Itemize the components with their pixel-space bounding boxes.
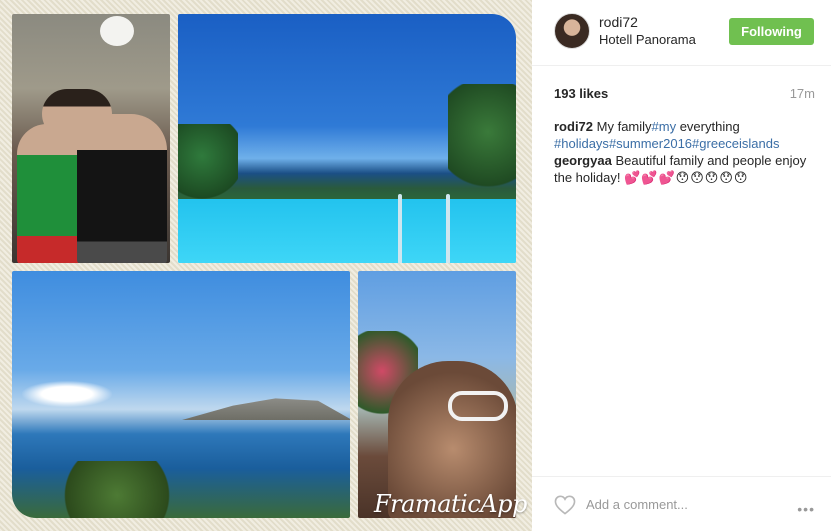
bushes bbox=[52, 461, 182, 518]
pool-ladder bbox=[398, 194, 402, 263]
caption-comment: rodi72 My family#my everything #holidays… bbox=[554, 118, 819, 152]
caption-username[interactable]: rodi72 bbox=[554, 119, 593, 134]
hashtag-link[interactable]: #greeceislands bbox=[692, 136, 779, 151]
heart-icon[interactable] bbox=[554, 495, 576, 515]
caption-text-2: everything bbox=[676, 119, 740, 134]
sunglasses bbox=[448, 391, 508, 421]
comment-username[interactable]: georgyaa bbox=[554, 153, 612, 168]
avatar[interactable] bbox=[554, 13, 590, 49]
post-photo-collage[interactable]: FramaticApp bbox=[0, 0, 532, 531]
tree-left bbox=[178, 124, 238, 204]
collage-tile-sea bbox=[12, 271, 350, 518]
post-timestamp[interactable]: 17m bbox=[790, 86, 815, 101]
cloud bbox=[22, 381, 112, 407]
post-header: rodi72 Hotell Panorama Following bbox=[532, 0, 831, 66]
collage-tile-pool bbox=[178, 14, 516, 263]
username-link[interactable]: rodi72 bbox=[599, 14, 638, 30]
instagram-post: FramaticApp rodi72 Hotell Panorama Follo… bbox=[0, 0, 831, 531]
pool-water bbox=[178, 199, 516, 263]
tree-right bbox=[448, 84, 516, 204]
list-item: georgyaa Beautiful family and people enj… bbox=[554, 152, 819, 186]
person-right bbox=[77, 114, 167, 263]
caption-text: My family bbox=[596, 119, 652, 134]
hashtag-link[interactable]: #my bbox=[652, 119, 677, 134]
comment-emoji: 💕💕💕😯😯😯😯😯 bbox=[624, 170, 749, 185]
likes-count[interactable]: 193 likes bbox=[554, 86, 608, 101]
comments-list: rodi72 My family#my everything #holidays… bbox=[554, 118, 819, 186]
collage-tile-family bbox=[12, 14, 170, 263]
following-button[interactable]: Following bbox=[729, 18, 814, 45]
watermark-text: FramaticApp bbox=[374, 490, 527, 518]
more-options-icon[interactable]: ••• bbox=[797, 501, 815, 517]
island bbox=[182, 398, 350, 420]
post-sidebar: rodi72 Hotell Panorama Following 193 lik… bbox=[532, 0, 831, 531]
lamp bbox=[100, 16, 134, 46]
pool-ladder bbox=[446, 194, 450, 263]
hashtag-link[interactable]: #summer2016 bbox=[609, 136, 692, 151]
post-footer: Add a comment... ••• bbox=[532, 476, 831, 531]
collage-tile-selfie bbox=[358, 271, 516, 518]
location-link[interactable]: Hotell Panorama bbox=[599, 32, 696, 47]
hashtag-link[interactable]: #holidays bbox=[554, 136, 609, 151]
add-comment-input[interactable]: Add a comment... bbox=[586, 497, 688, 512]
